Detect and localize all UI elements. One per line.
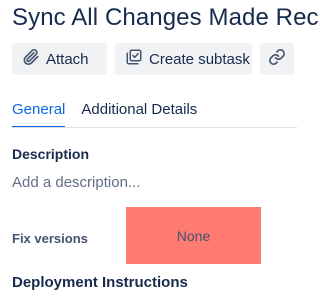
tabs-divider xyxy=(12,127,297,128)
create-subtask-button[interactable]: Create subtask xyxy=(115,43,252,75)
attach-button[interactable]: Attach xyxy=(12,43,107,75)
subtask-icon xyxy=(125,48,149,70)
tab-general[interactable]: General xyxy=(12,101,66,128)
description-label: Description xyxy=(12,146,90,162)
attach-label: Attach xyxy=(46,50,89,68)
description-field[interactable]: Add a description... xyxy=(12,174,140,191)
issue-title[interactable]: Sync All Changes Made Rec xyxy=(12,4,319,32)
create-subtask-label: Create subtask xyxy=(149,50,250,68)
issue-toolbar: Attach Create subtask xyxy=(12,43,294,75)
fix-versions-label: Fix versions xyxy=(12,231,88,246)
tab-additional-details[interactable]: Additional Details xyxy=(81,101,197,128)
link-icon xyxy=(268,48,292,70)
detail-tabs: General Additional Details xyxy=(12,101,197,128)
paperclip-icon xyxy=(22,48,46,70)
deployment-instructions-label: Deployment Instructions xyxy=(12,274,188,291)
link-issue-button[interactable] xyxy=(260,43,294,75)
fix-versions-field[interactable]: None xyxy=(126,207,261,264)
